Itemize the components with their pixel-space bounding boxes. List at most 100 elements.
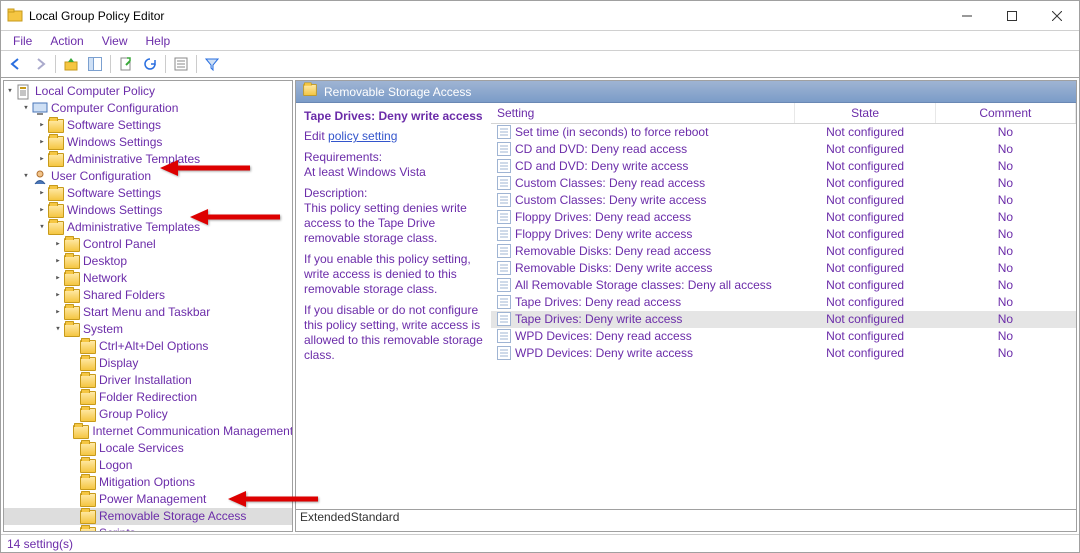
setting-row[interactable]: WPD Devices: Deny write accessNot config… xyxy=(491,345,1076,362)
setting-row[interactable]: CD and DVD: Deny write accessNot configu… xyxy=(491,158,1076,175)
back-button[interactable] xyxy=(5,53,27,75)
setting-row[interactable]: CD and DVD: Deny read accessNot configur… xyxy=(491,141,1076,158)
menu-action[interactable]: Action xyxy=(42,32,91,50)
tree-twisty[interactable]: ▸ xyxy=(52,304,64,321)
tree-item-internet-communication-management[interactable]: Internet Communication Management xyxy=(4,423,292,440)
tree-twisty[interactable] xyxy=(68,508,80,525)
tree-twisty[interactable]: ▸ xyxy=(36,134,48,151)
tree-twisty[interactable]: ▾ xyxy=(36,219,48,236)
tree-twisty[interactable]: ▸ xyxy=(36,202,48,219)
tree-twisty[interactable]: ▾ xyxy=(20,168,32,185)
folder-icon xyxy=(48,135,64,151)
forward-button[interactable] xyxy=(29,53,51,75)
tree-label: Driver Installation xyxy=(99,372,192,389)
menu-help[interactable]: Help xyxy=(138,32,179,50)
tree-item-group-policy[interactable]: Group Policy xyxy=(4,406,292,423)
setting-row[interactable]: Set time (in seconds) to force rebootNot… xyxy=(491,123,1076,141)
toolbar-sep3 xyxy=(165,55,166,73)
tree-twisty[interactable]: ▸ xyxy=(52,236,64,253)
tree-twisty[interactable] xyxy=(68,457,80,474)
tree-item-shared-folders[interactable]: ▸Shared Folders xyxy=(4,287,292,304)
filter-button[interactable] xyxy=(201,53,223,75)
setting-row[interactable]: WPD Devices: Deny read accessNot configu… xyxy=(491,328,1076,345)
tree-item-removable-storage-access[interactable]: Removable Storage Access xyxy=(4,508,292,525)
tree-item-computer-config[interactable]: ▾Computer Configuration xyxy=(4,100,292,117)
requirements-text: At least Windows Vista xyxy=(304,165,426,179)
minimize-button[interactable] xyxy=(944,1,989,30)
tree-twisty[interactable] xyxy=(68,491,80,508)
tree-item-logon[interactable]: Logon xyxy=(4,457,292,474)
tree-item-user-config[interactable]: ▾User Configuration xyxy=(4,168,292,185)
tree-item-user-windows[interactable]: ▸Windows Settings xyxy=(4,202,292,219)
tree-item-power-management[interactable]: Power Management xyxy=(4,491,292,508)
col-setting[interactable]: Setting xyxy=(491,103,795,123)
setting-row[interactable]: Tape Drives: Deny write accessNot config… xyxy=(491,311,1076,328)
tree-twisty[interactable]: ▸ xyxy=(52,253,64,270)
tree-item-display[interactable]: Display xyxy=(4,355,292,372)
tree-twisty[interactable] xyxy=(68,474,80,491)
tree-twisty[interactable] xyxy=(68,389,80,406)
tree-twisty[interactable] xyxy=(68,406,80,423)
settings-list[interactable]: Setting State Comment Set time (in secon… xyxy=(491,103,1076,509)
show-hide-button[interactable] xyxy=(84,53,106,75)
tree-twisty[interactable]: ▾ xyxy=(20,100,32,117)
tab-standard[interactable]: Standard xyxy=(351,510,400,524)
tree-item-driver-installation[interactable]: Driver Installation xyxy=(4,372,292,389)
tree-item-locale-services[interactable]: Locale Services xyxy=(4,440,292,457)
setting-row[interactable]: Custom Classes: Deny read accessNot conf… xyxy=(491,175,1076,192)
menu-view[interactable]: View xyxy=(94,32,136,50)
tab-extended[interactable]: Extended xyxy=(300,510,351,524)
tree-twisty[interactable] xyxy=(68,355,80,372)
tree-twisty[interactable]: ▸ xyxy=(52,270,64,287)
folder-icon xyxy=(48,186,64,202)
tree-twisty[interactable]: ▸ xyxy=(36,151,48,168)
tree-item-control-panel[interactable]: ▸Control Panel xyxy=(4,236,292,253)
setting-row[interactable]: All Removable Storage classes: Deny all … xyxy=(491,277,1076,294)
tree-item-windows-settings[interactable]: ▸Windows Settings xyxy=(4,134,292,151)
tree-item-scripts[interactable]: Scripts xyxy=(4,525,292,532)
export-button[interactable] xyxy=(115,53,137,75)
col-state[interactable]: State xyxy=(795,103,935,123)
menu-file[interactable]: File xyxy=(5,32,40,50)
tree-twisty[interactable] xyxy=(68,525,80,532)
setting-title: Tape Drives: Deny write access xyxy=(304,109,483,123)
policy-setting-link[interactable]: policy setting xyxy=(328,129,397,143)
setting-row[interactable]: Custom Classes: Deny write accessNot con… xyxy=(491,192,1076,209)
tree-twisty[interactable] xyxy=(68,338,80,355)
maximize-button[interactable] xyxy=(989,1,1034,30)
description-text-3: If you disable or do not configure this … xyxy=(304,303,483,363)
tree-label: Administrative Templates xyxy=(67,219,200,236)
tree-twisty[interactable]: ▸ xyxy=(36,185,48,202)
tree-twisty[interactable] xyxy=(68,372,80,389)
tree-twisty[interactable]: ▾ xyxy=(52,321,64,338)
tree-item-start-menu-and-taskbar[interactable]: ▸Start Menu and Taskbar xyxy=(4,304,292,321)
tree-item-ctrl+alt+del-options[interactable]: Ctrl+Alt+Del Options xyxy=(4,338,292,355)
col-comment[interactable]: Comment xyxy=(935,103,1075,123)
tree-item-system[interactable]: ▾System xyxy=(4,321,292,338)
setting-row[interactable]: Removable Disks: Deny read accessNot con… xyxy=(491,243,1076,260)
tree-item-root[interactable]: ▾Local Computer Policy xyxy=(4,83,292,100)
setting-row[interactable]: Floppy Drives: Deny write accessNot conf… xyxy=(491,226,1076,243)
tree-item-user-software[interactable]: ▸Software Settings xyxy=(4,185,292,202)
tree-item-mitigation-options[interactable]: Mitigation Options xyxy=(4,474,292,491)
setting-row[interactable]: Floppy Drives: Deny read accessNot confi… xyxy=(491,209,1076,226)
up-button[interactable] xyxy=(60,53,82,75)
tree-twisty[interactable]: ▸ xyxy=(52,287,64,304)
properties-button[interactable] xyxy=(170,53,192,75)
close-button[interactable] xyxy=(1034,1,1079,30)
refresh-button[interactable] xyxy=(139,53,161,75)
tree-twisty[interactable]: ▸ xyxy=(36,117,48,134)
tree-pane[interactable]: ▾Local Computer Policy▾Computer Configur… xyxy=(3,80,293,532)
tree-item-desktop[interactable]: ▸Desktop xyxy=(4,253,292,270)
tree-item-administrative-templates[interactable]: ▸Administrative Templates xyxy=(4,151,292,168)
tree-twisty[interactable] xyxy=(68,440,80,457)
tree-twisty[interactable]: ▾ xyxy=(4,83,16,100)
setting-row[interactable]: Removable Disks: Deny write accessNot co… xyxy=(491,260,1076,277)
tree-item-software-settings[interactable]: ▸Software Settings xyxy=(4,117,292,134)
tree-item-user-admin-templates[interactable]: ▾ Administrative Templates xyxy=(4,219,292,236)
tree-item-network[interactable]: ▸Network xyxy=(4,270,292,287)
setting-state: Not configured xyxy=(795,226,935,243)
tree-item-folder-redirection[interactable]: Folder Redirection xyxy=(4,389,292,406)
setting-name: Tape Drives: Deny read access xyxy=(491,294,795,311)
setting-row[interactable]: Tape Drives: Deny read accessNot configu… xyxy=(491,294,1076,311)
